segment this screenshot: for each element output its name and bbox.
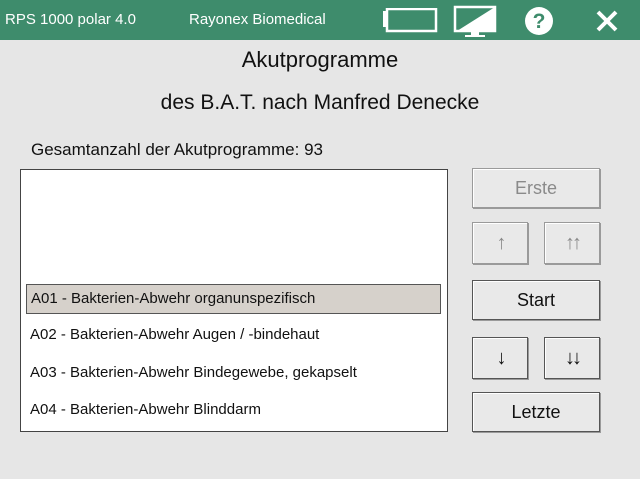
down-button[interactable]: ↓ [472,337,528,379]
display-icon[interactable] [452,4,498,38]
program-list[interactable]: A01 - Bakterien-Abwehr organunspezifisch… [20,169,448,432]
list-item-selected[interactable]: A01 - Bakterien-Abwehr organunspezifisch [26,284,441,314]
battery-icon[interactable] [380,4,440,38]
program-count: Gesamtanzahl der Akutprogramme: 93 [31,140,323,159]
company-name: Rayonex Biomedical [189,11,326,28]
page-down-button[interactable]: ↓↓ [544,337,600,379]
last-button[interactable]: Letzte [472,392,600,432]
first-button[interactable]: Erste [472,168,600,208]
list-item[interactable]: A04 - Bakterien-Abwehr Blinddarm [26,396,441,426]
list-item[interactable]: A02 - Bakterien-Abwehr Augen / -bindehau… [26,321,441,351]
app-name: RPS 1000 polar 4.0 [5,11,136,28]
page-title: Akutprogramme [241,47,399,72]
list-item[interactable]: A03 - Bakterien-Abwehr Bindegewebe, geka… [26,359,441,389]
close-icon[interactable] [590,4,624,38]
title-bar: RPS 1000 polar 4.0 Rayonex Biomedical ? [0,0,640,40]
page-up-button[interactable]: ↑↑ [544,222,600,264]
svg-text:?: ? [533,10,546,33]
start-button[interactable]: Start [472,280,600,320]
up-button[interactable]: ↑ [472,222,528,264]
page-subtitle: des B.A.T. nach Manfred Denecke [160,91,480,114]
help-icon[interactable]: ? [522,4,556,38]
